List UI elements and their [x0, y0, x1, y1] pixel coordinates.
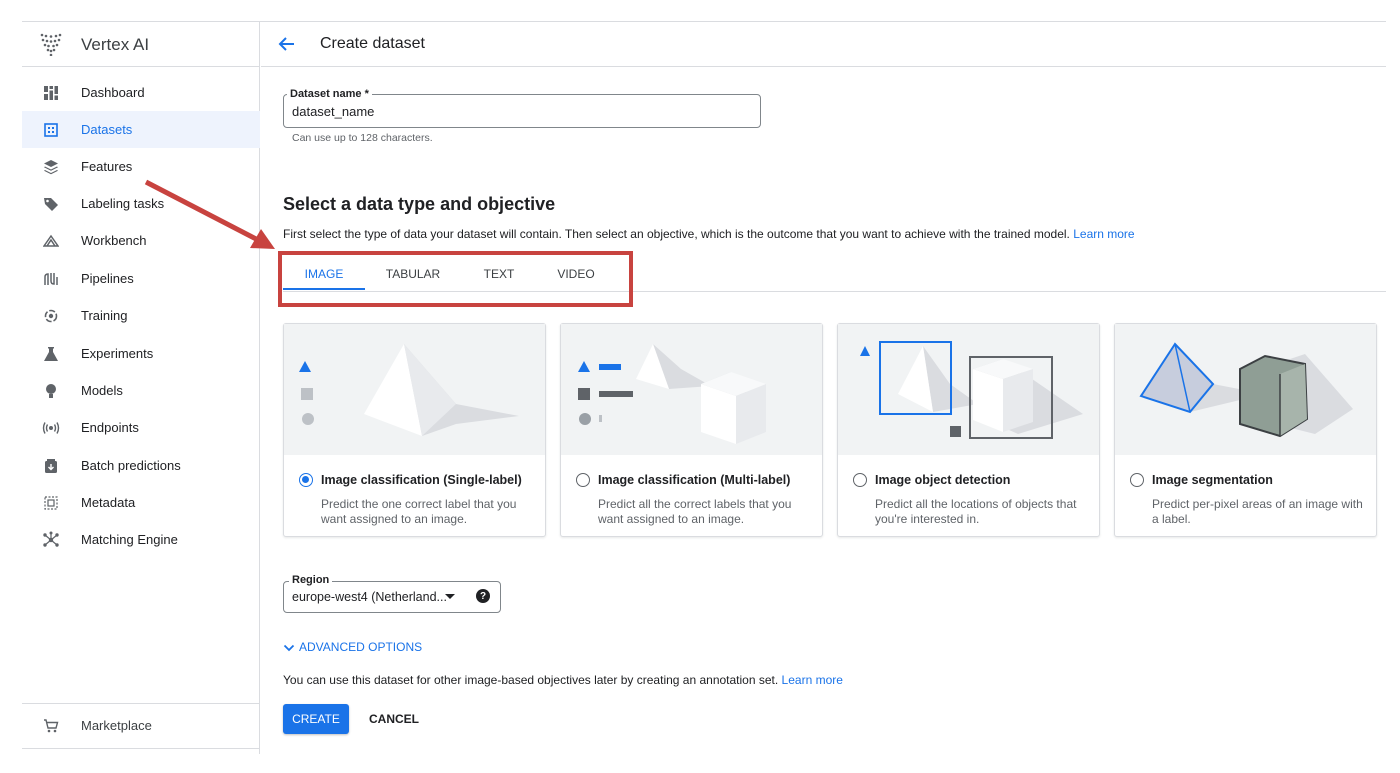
segmentation-illustration [1115, 324, 1376, 455]
vertex-ai-logo-icon [40, 33, 62, 56]
sidebar-item-label: Models [81, 383, 123, 398]
card-description: Predict all the correct labels that you … [598, 497, 792, 526]
objective-card-segmentation[interactable]: Image segmentation Predict per-pixel are… [1114, 323, 1377, 537]
sidebar-item-label: Workbench [81, 233, 147, 248]
section-description: First select the type of data your datas… [283, 227, 1135, 241]
page-title: Create dataset [320, 35, 425, 52]
sidebar-item-label: Marketplace [81, 718, 152, 733]
multi-label-illustration [561, 324, 822, 455]
card-description: Predict all the locations of objects tha… [875, 497, 1077, 526]
note-text: You can use this dataset for other image… [283, 673, 779, 687]
learn-more-link[interactable]: Learn more [1073, 227, 1134, 241]
advanced-options-toggle[interactable] [283, 640, 295, 656]
sidebar-item-marketplace[interactable]: Marketplace [22, 707, 260, 744]
sidebar-item-batch-predictions[interactable]: Batch predictions [22, 447, 260, 484]
card-title: Image classification (Multi-label) [598, 473, 791, 487]
tabs-highlight-annotation [278, 251, 633, 307]
annotation-set-note: You can use this dataset for other image… [283, 673, 843, 687]
pipelines-icon [42, 270, 60, 288]
sidebar-item-training[interactable]: Training [22, 297, 260, 334]
sidebar-item-matching-engine[interactable]: Matching Engine [22, 521, 260, 558]
sidebar-item-endpoints[interactable]: Endpoints [22, 409, 260, 446]
dropdown-caret-icon[interactable] [445, 594, 455, 599]
sidebar-item-label: Experiments [81, 346, 154, 361]
app-name: Vertex AI [81, 35, 150, 54]
region-value[interactable]: europe-west4 (Netherland... [292, 590, 447, 604]
sidebar: Vertex AI Dashboard Datasets Features La… [22, 22, 260, 754]
sidebar-item-pipelines[interactable]: Pipelines [22, 260, 260, 297]
objective-card-single-label[interactable]: Image classification (Single-label) Pred… [283, 323, 546, 537]
endpoints-icon [42, 419, 60, 437]
models-icon [42, 382, 60, 400]
back-arrow-icon[interactable] [277, 34, 297, 54]
sidebar-item-label: Endpoints [81, 420, 139, 435]
brand: Vertex AI [22, 22, 260, 67]
dataset-name-value[interactable]: dataset_name [292, 104, 374, 119]
dataset-name-hint: Can use up to 128 characters. [292, 132, 433, 144]
sidebar-item-label: Datasets [81, 122, 133, 137]
help-icon[interactable]: ? [476, 589, 490, 603]
sidebar-item-labeling-tasks[interactable]: Labeling tasks [22, 185, 260, 222]
page-header: Create dataset [261, 22, 1386, 67]
sidebar-item-label: Matching Engine [81, 532, 178, 547]
card-description: Predict per-pixel areas of an image with… [1152, 497, 1363, 526]
section-description-text: First select the type of data your datas… [283, 227, 1070, 241]
chevron-down-icon[interactable] [283, 642, 295, 654]
dataset-name-label: Dataset name * [287, 88, 372, 100]
sidebar-item-label: Metadata [81, 495, 136, 510]
sidebar-item-models[interactable]: Models [22, 372, 260, 409]
card-title: Image object detection [875, 473, 1011, 487]
note-learn-more-link[interactable]: Learn more [782, 673, 843, 687]
radio-segmentation[interactable] [1130, 473, 1144, 487]
sidebar-divider [22, 748, 260, 749]
sidebar-item-experiments[interactable]: Experiments [22, 335, 260, 372]
objective-card-multi-label[interactable]: Image classification (Multi-label) Predi… [560, 323, 823, 537]
batch-predictions-icon [42, 457, 60, 475]
datasets-icon [42, 121, 60, 139]
labeling-tasks-icon [42, 195, 60, 213]
region-label: Region [289, 574, 333, 586]
objective-card-object-detection[interactable]: Image object detection Predict all the l… [837, 323, 1100, 537]
sidebar-item-label: Labeling tasks [81, 196, 165, 211]
sidebar-item-label: Batch predictions [81, 458, 181, 473]
sidebar-item-label: Training [81, 308, 128, 323]
cancel-button[interactable]: CANCEL [360, 704, 428, 734]
card-title: Image segmentation [1152, 473, 1273, 487]
radio-object-detection[interactable] [853, 473, 867, 487]
workbench-icon [42, 232, 60, 250]
sidebar-item-label: Dashboard [81, 85, 145, 100]
training-icon [42, 307, 60, 325]
single-label-illustration [284, 324, 545, 455]
matching-engine-icon [42, 531, 60, 549]
radio-multi-label[interactable] [576, 473, 590, 487]
sidebar-item-features[interactable]: Features [22, 148, 260, 185]
sidebar-item-metadata[interactable]: Metadata [22, 484, 260, 521]
card-description: Predict the one correct label that you w… [321, 497, 517, 526]
create-button[interactable]: CREATE [283, 704, 349, 734]
sidebar-item-workbench[interactable]: Workbench [22, 222, 260, 259]
sidebar-item-label: Pipelines [81, 271, 134, 286]
dashboard-icon [42, 84, 60, 102]
sidebar-item-label: Features [81, 159, 133, 174]
object-detection-illustration [838, 324, 1099, 455]
sidebar-item-dashboard[interactable]: Dashboard [22, 74, 260, 111]
marketplace-cart-icon [42, 717, 60, 735]
experiments-icon [42, 345, 60, 363]
features-icon [42, 158, 60, 176]
card-title: Image classification (Single-label) [321, 473, 522, 487]
sidebar-item-datasets[interactable]: Datasets [22, 111, 260, 148]
advanced-options-label[interactable]: ADVANCED OPTIONS [299, 640, 422, 654]
sidebar-divider [22, 703, 260, 704]
radio-single-label[interactable] [299, 473, 313, 487]
section-title: Select a data type and objective [283, 194, 556, 214]
metadata-icon [42, 494, 60, 512]
